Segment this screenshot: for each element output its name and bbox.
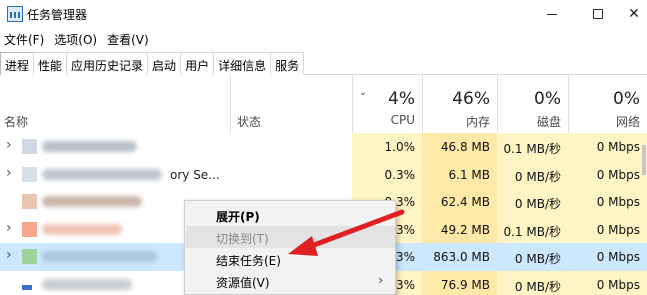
tab-details[interactable]: 详细信息 bbox=[213, 52, 272, 75]
tab-app-history[interactable]: 应用历史记录 bbox=[66, 52, 149, 75]
sort-descending-icon: ⌄ bbox=[359, 87, 368, 98]
disk-cell: 0 MB/秒 bbox=[497, 270, 568, 295]
header-disk[interactable]: 0% 磁盘 bbox=[497, 75, 568, 133]
menu-item-resource-values-label: 资源值(V) bbox=[216, 276, 270, 290]
memory-cell: 863.0 MB bbox=[422, 243, 497, 271]
menu-bar: 文件(F) 选项(O) 查看(V) bbox=[0, 28, 647, 50]
menu-item-end-task[interactable]: 结束任务(E) bbox=[186, 248, 395, 270]
network-cell: 0 Mbps bbox=[568, 160, 647, 188]
network-cell: 0 Mbps bbox=[568, 243, 647, 271]
task-manager-icon bbox=[7, 6, 23, 22]
tab-services[interactable]: 服务 bbox=[270, 52, 305, 75]
maximize-button[interactable] bbox=[575, 0, 621, 28]
menu-item-resource-values[interactable]: 资源值(V) › bbox=[186, 270, 395, 292]
process-icon bbox=[22, 139, 37, 154]
minimize-icon bbox=[547, 13, 557, 15]
maximize-icon bbox=[593, 9, 603, 19]
expand-chevron-icon[interactable]: › bbox=[6, 137, 12, 153]
tab-processes[interactable]: 进程 bbox=[0, 52, 35, 76]
disk-cell: 0 MB/秒 bbox=[497, 160, 568, 188]
network-total: 0% bbox=[613, 89, 640, 109]
expand-chevron-icon[interactable]: › bbox=[6, 220, 12, 236]
header-cpu[interactable]: ⌄ 4% CPU bbox=[352, 75, 422, 133]
submenu-chevron-icon: › bbox=[378, 273, 383, 287]
network-cell: 0 Mbps bbox=[568, 270, 647, 295]
close-button[interactable]: ✕ bbox=[621, 0, 647, 28]
disk-cell: 0 MB/秒 bbox=[497, 188, 568, 216]
redacted-process-name bbox=[42, 223, 122, 235]
expand-chevron-icon[interactable]: › bbox=[6, 247, 12, 263]
header-network[interactable]: 0% 网络 bbox=[568, 75, 647, 133]
disk-cell: 0.1 MB/秒 bbox=[497, 215, 568, 243]
process-icon bbox=[22, 284, 32, 290]
header-status-label: 状态 bbox=[237, 115, 262, 129]
redacted-process-name bbox=[42, 168, 162, 180]
redacted-process-name bbox=[42, 141, 137, 152]
menu-item-expand[interactable]: 展开(P) bbox=[186, 204, 395, 226]
network-label: 网络 bbox=[615, 115, 640, 129]
process-icon bbox=[22, 194, 37, 209]
menu-options[interactable]: 选项(O) bbox=[50, 31, 102, 48]
memory-cell: 62.4 MB bbox=[422, 188, 497, 216]
cpu-label: CPU bbox=[390, 113, 415, 127]
network-cell: 0 Mbps bbox=[568, 133, 647, 161]
vertical-scrollbar[interactable] bbox=[640, 133, 647, 295]
tab-startup[interactable]: 启动 bbox=[147, 52, 182, 75]
memory-cell: 6.1 MB bbox=[422, 160, 497, 188]
tab-performance[interactable]: 性能 bbox=[33, 52, 68, 75]
scrollbar-thumb[interactable] bbox=[642, 145, 646, 175]
close-icon: ✕ bbox=[628, 6, 640, 22]
network-cell: 0 Mbps bbox=[568, 215, 647, 243]
process-icon bbox=[22, 166, 37, 182]
table-row[interactable]: › ory Se... 0.3% 6.1 MB 0 MB/秒 0 Mbps bbox=[0, 160, 647, 189]
cpu-cell: 0.3% bbox=[352, 160, 422, 188]
redacted-process-name bbox=[42, 251, 157, 262]
disk-label: 磁盘 bbox=[536, 115, 561, 129]
menu-item-switch-to: 切换到(T) bbox=[186, 226, 395, 248]
expand-chevron-icon[interactable]: › bbox=[6, 165, 12, 181]
tab-bar: 进程 性能 应用历史记录 启动 用户 详细信息 服务 bbox=[0, 52, 647, 76]
network-cell: 0 Mbps bbox=[568, 188, 647, 216]
table-row[interactable]: › 1.0% 46.8 MB 0.1 MB/秒 0 Mbps bbox=[0, 133, 647, 161]
process-icon bbox=[22, 249, 37, 264]
minimize-button[interactable] bbox=[529, 0, 575, 28]
header-memory[interactable]: 46% 内存 bbox=[422, 75, 497, 133]
disk-cell: 0.1 MB/秒 bbox=[497, 133, 568, 161]
cpu-total: 4% bbox=[388, 89, 415, 109]
header-name[interactable]: 名称 bbox=[0, 75, 231, 133]
process-name-cell: › ory Se... bbox=[0, 161, 231, 189]
menu-view[interactable]: 查看(V) bbox=[103, 31, 154, 48]
memory-cell: 46.8 MB bbox=[422, 133, 497, 161]
process-name: ory Se... bbox=[170, 167, 220, 182]
disk-cell: 0 MB/秒 bbox=[497, 243, 568, 271]
column-header: 名称 状态 ⌄ 4% CPU 46% 内存 0% 磁盘 0% 网络 bbox=[0, 75, 647, 133]
tab-users[interactable]: 用户 bbox=[180, 52, 215, 75]
menu-file[interactable]: 文件(F) bbox=[0, 31, 49, 48]
disk-total: 0% bbox=[534, 89, 561, 109]
cpu-cell: 1.0% bbox=[352, 133, 422, 161]
memory-cell: 76.9 MB bbox=[422, 270, 497, 295]
memory-cell: 49.2 MB bbox=[422, 215, 497, 243]
header-name-label: 名称 bbox=[4, 115, 29, 129]
process-name-cell: › bbox=[0, 133, 231, 161]
process-icon bbox=[22, 221, 37, 237]
redacted-process-name bbox=[42, 278, 132, 290]
redacted-process-name bbox=[42, 196, 142, 207]
memory-total: 46% bbox=[452, 89, 490, 109]
window-title: 任务管理器 bbox=[27, 8, 88, 22]
context-menu: 展开(P) 切换到(T) 结束任务(E) 资源值(V) › bbox=[184, 200, 396, 295]
memory-label: 内存 bbox=[465, 115, 490, 129]
title-bar: 任务管理器 ✕ bbox=[0, 0, 647, 28]
header-status[interactable]: 状态 bbox=[231, 75, 352, 133]
